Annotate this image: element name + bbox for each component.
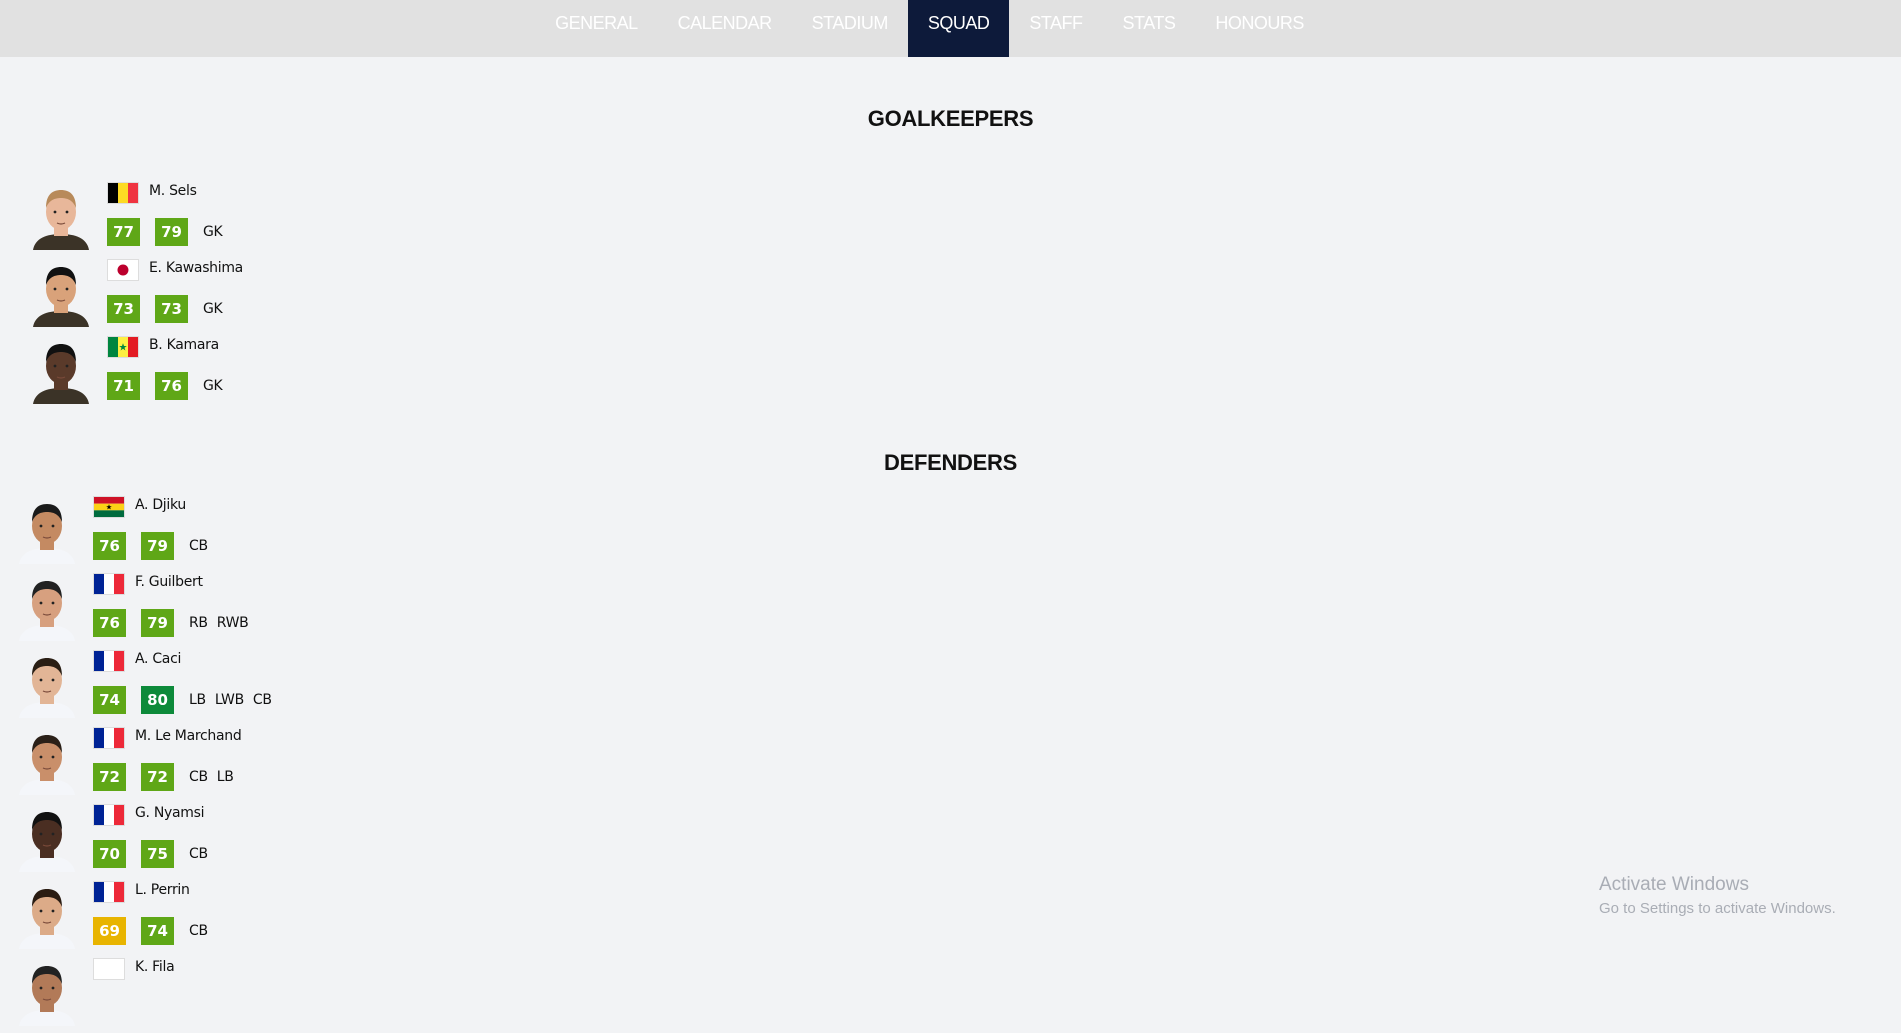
position-label: GK bbox=[203, 301, 223, 317]
player-name[interactable]: A. Djiku bbox=[135, 497, 186, 513]
tab-stats[interactable]: STATS bbox=[1103, 0, 1196, 57]
overall-rating-badge: 69 bbox=[93, 917, 126, 945]
player-avatar[interactable] bbox=[15, 496, 79, 564]
player-avatar[interactable] bbox=[29, 259, 93, 327]
position-label: LB bbox=[189, 692, 206, 708]
potential-rating-badge: 79 bbox=[141, 532, 174, 560]
player-positions: CB bbox=[189, 538, 208, 554]
potential-rating-badge: 75 bbox=[141, 840, 174, 868]
player-avatar[interactable] bbox=[29, 182, 93, 250]
tab-staff[interactable]: STAFF bbox=[1009, 0, 1102, 57]
position-label: GK bbox=[203, 378, 223, 394]
potential-rating-badge: 76 bbox=[155, 372, 188, 400]
ghana-flag-icon bbox=[93, 496, 125, 518]
player-avatar[interactable] bbox=[15, 727, 79, 795]
japan-flag-icon bbox=[107, 259, 139, 281]
player-name[interactable]: G. Nyamsi bbox=[135, 805, 205, 821]
player-positions: GK bbox=[203, 378, 223, 394]
section-title-goalkeepers: GOALKEEPERS bbox=[867, 106, 1034, 131]
tab-honours[interactable]: HONOURS bbox=[1195, 0, 1324, 57]
france-flag-icon bbox=[93, 573, 125, 595]
overall-rating-badge: 76 bbox=[93, 609, 126, 637]
position-label: CB bbox=[189, 923, 208, 939]
watermark-title: Activate Windows bbox=[1599, 874, 1749, 895]
position-label: CB bbox=[189, 538, 208, 554]
player-avatar[interactable] bbox=[15, 804, 79, 872]
player-name[interactable]: L. Perrin bbox=[135, 882, 190, 898]
potential-rating-badge: 73 bbox=[155, 295, 188, 323]
player-name[interactable]: B. Kamara bbox=[149, 337, 219, 353]
france-flag-icon bbox=[93, 650, 125, 672]
belgium-flag-icon bbox=[107, 182, 139, 204]
player-positions: GK bbox=[203, 301, 223, 317]
player-positions: GK bbox=[203, 224, 223, 240]
position-label: CB bbox=[189, 846, 208, 862]
potential-rating-badge: 74 bbox=[141, 917, 174, 945]
tab-calendar[interactable]: CALENDAR bbox=[658, 0, 792, 57]
player-avatar[interactable] bbox=[29, 336, 93, 404]
player-positions: LB LWB CB bbox=[189, 692, 272, 708]
windows-activation-watermark: Activate Windows Go to Settings to activ… bbox=[1599, 874, 1836, 917]
position-label: CB bbox=[252, 692, 272, 708]
player-name[interactable]: K. Fila bbox=[135, 959, 175, 975]
position-label: LWB bbox=[214, 692, 244, 708]
overall-rating-badge: 70 bbox=[93, 840, 126, 868]
player-name[interactable]: M. Sels bbox=[149, 183, 197, 199]
player-positions: CB LB bbox=[189, 769, 234, 785]
position-label: GK bbox=[203, 224, 223, 240]
potential-rating-badge: 72 bbox=[141, 763, 174, 791]
tab-squad[interactable]: SQUAD bbox=[907, 0, 1010, 57]
player-name[interactable]: M. Le Marchand bbox=[135, 728, 242, 744]
overall-rating-badge: 73 bbox=[107, 295, 140, 323]
position-label: RB bbox=[189, 615, 208, 631]
watermark-subtitle: Go to Settings to activate Windows. bbox=[1599, 900, 1836, 917]
overall-rating-badge: 77 bbox=[107, 218, 140, 246]
club-nav-bar: GENERAL CALENDAR STADIUM SQUAD STAFF STATS HON… bbox=[0, 0, 1901, 57]
player-name[interactable]: A. Caci bbox=[135, 651, 181, 667]
player-avatar[interactable] bbox=[15, 573, 79, 641]
france-flag-icon bbox=[93, 881, 125, 903]
france-flag-icon bbox=[93, 727, 125, 749]
potential-rating-badge: 79 bbox=[155, 218, 188, 246]
club-tabs: GENERAL CALENDAR STADIUM SQUAD STAFF STATS HON… bbox=[535, 0, 1324, 57]
position-label: RWB bbox=[216, 615, 249, 631]
position-label: CB bbox=[189, 769, 208, 785]
france-flag-icon bbox=[93, 804, 125, 826]
potential-rating-badge: 79 bbox=[141, 609, 174, 637]
player-avatar[interactable] bbox=[15, 650, 79, 718]
player-positions: RB RWB bbox=[189, 615, 249, 631]
overall-rating-badge: 71 bbox=[107, 372, 140, 400]
player-positions: CB bbox=[189, 846, 208, 862]
overall-rating-badge: 76 bbox=[93, 532, 126, 560]
position-label: LB bbox=[216, 769, 234, 785]
unknown-flag-icon bbox=[93, 958, 125, 980]
player-avatar[interactable] bbox=[15, 958, 79, 1026]
section-title-defenders: DEFENDERS bbox=[884, 450, 1017, 475]
overall-rating-badge: 72 bbox=[93, 763, 126, 791]
senegal-flag-icon bbox=[107, 336, 139, 358]
potential-rating-badge: 80 bbox=[141, 686, 174, 714]
tab-general[interactable]: GENERAL bbox=[535, 0, 658, 57]
player-name[interactable]: F. Guilbert bbox=[135, 574, 203, 590]
player-name[interactable]: E. Kawashima bbox=[149, 260, 243, 276]
tab-stadium[interactable]: STADIUM bbox=[792, 0, 908, 57]
overall-rating-badge: 74 bbox=[93, 686, 126, 714]
player-positions: CB bbox=[189, 923, 208, 939]
player-avatar[interactable] bbox=[15, 881, 79, 949]
